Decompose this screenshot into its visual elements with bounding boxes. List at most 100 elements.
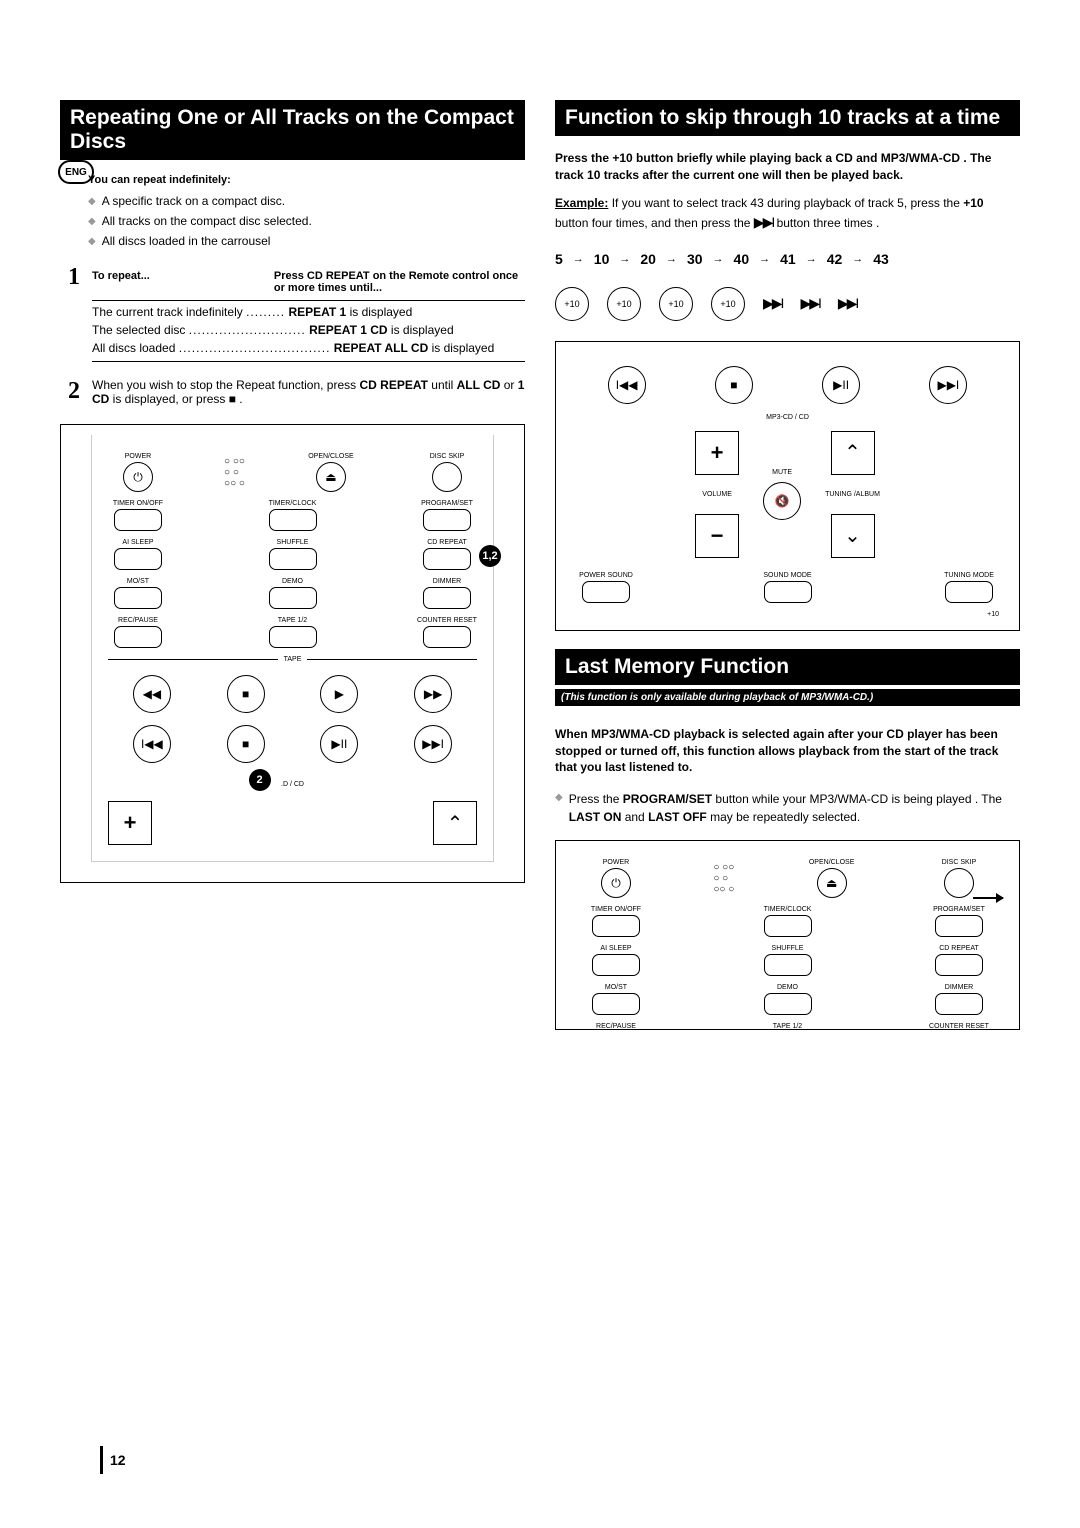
remote-button (423, 587, 471, 609)
remote-button (423, 548, 471, 570)
mapping-after: is displayed (388, 323, 454, 337)
btn-label: COUNTER RESET (417, 617, 477, 624)
remote-button (269, 587, 317, 609)
rewind-icon: ◀◀ (133, 675, 171, 713)
remote-button (423, 626, 471, 648)
btn-label: DISC SKIP (929, 859, 989, 866)
instr-left: To repeat... (92, 270, 274, 294)
diamond-icon: ◆ (88, 214, 96, 230)
plus-button: + (108, 801, 152, 845)
diamond-icon: ◆ (88, 234, 96, 250)
btn-label: SOUND MODE (758, 572, 818, 579)
btn-label: CD REPEAT (929, 945, 989, 952)
btn-label: POWER (108, 453, 168, 460)
btn-label: SHUFFLE (758, 945, 818, 952)
disc-skip-button (432, 462, 462, 492)
remote-diagram-right2: POWER⏻ ○ ○○○ ○○○ ○ OPEN/CLOSE⏏ DISC SKIP… (555, 840, 1020, 1030)
up-button: ⌃ (433, 801, 477, 845)
remote-button (269, 626, 317, 648)
mute-icon: 🔇 (763, 482, 801, 520)
tuning-label: TUNING /ALBUM (825, 491, 880, 498)
stop-icon: ■ (227, 725, 265, 763)
playpause-icon: ▶II (320, 725, 358, 763)
mapping-lead: The current track indefinitely (92, 305, 243, 319)
eject-icon: ⏏ (316, 462, 346, 492)
intro-bold: You can repeat indefinitely: (88, 174, 525, 186)
mapping-after: is displayed (428, 341, 494, 355)
btn-label: POWER (586, 859, 646, 866)
plus10-label: +10 (576, 611, 999, 618)
example-text: Example: If you want to select track 43 … (555, 194, 1020, 233)
remote-button (764, 954, 812, 976)
mapping-result: REPEAT 1 CD (309, 323, 387, 337)
skip-sequence: 5→ 10→ 20→ 30→ 40→ 41→ 42→ 43 (555, 251, 1020, 267)
remote-button (114, 626, 162, 648)
remote-button (269, 509, 317, 531)
step-2-body: When you wish to stop the Repeat functio… (92, 378, 525, 406)
btn-label: POWER SOUND (576, 572, 636, 579)
bullet-list: ◆A specific track on a compact disc. ◆Al… (88, 194, 525, 250)
remote-button (935, 954, 983, 976)
heading-repeating: Repeating One or All Tracks on the Compa… (60, 100, 525, 160)
stop-icon: ■ (227, 675, 265, 713)
remote-button (114, 587, 162, 609)
stop-icon: ■ (715, 366, 753, 404)
cd-label: .D / CD (281, 781, 304, 788)
skip-intro: Press the +10 button briefly while playi… (555, 150, 1020, 184)
plus10-button: +10 (659, 287, 693, 321)
mapping-lead: All discs loaded (92, 341, 175, 355)
btn-label: AI SLEEP (108, 539, 168, 546)
power-icon: ⏻ (123, 462, 153, 492)
step-2: 2 When you wish to stop the Repeat funct… (60, 378, 525, 406)
prev-icon: I◀◀ (133, 725, 171, 763)
mapping-after: is displayed (346, 305, 412, 319)
diamond-icon: ◆ (88, 194, 96, 210)
step-1: 1 To repeat... Press CD REPEAT on the Re… (60, 264, 525, 368)
mapping-result: REPEAT 1 (288, 305, 346, 319)
next-icon: ▶▶I (929, 366, 967, 404)
page-number: 12 (110, 1452, 126, 1468)
plus10-button: +10 (607, 287, 641, 321)
remote-button (592, 954, 640, 976)
instr-right: Press CD REPEAT on the Remote control on… (274, 270, 525, 294)
remote-button (114, 509, 162, 531)
btn-label: AI SLEEP (586, 945, 646, 952)
dots: ................................... (179, 341, 331, 355)
btn-label: DEMO (263, 578, 323, 585)
btn-label: TAPE 1/2 (758, 1023, 818, 1030)
btn-label: TIMER/CLOCK (263, 500, 323, 507)
btn-label: DEMO (758, 984, 818, 991)
mp3cd-label: MP3-CD / CD (576, 414, 999, 421)
left-column: Repeating One or All Tracks on the Compa… (60, 100, 525, 1030)
btn-label: SHUFFLE (263, 539, 323, 546)
plus10-button: +10 (711, 287, 745, 321)
remote-button (423, 509, 471, 531)
disc-skip-button (944, 868, 974, 898)
remote-button (764, 915, 812, 937)
remote-button (935, 915, 983, 937)
ffwd-icon: ▶▶ (414, 675, 452, 713)
next-track-icon: ▶▶I (763, 295, 782, 312)
heading-skip10: Function to skip through 10 tracks at a … (555, 100, 1020, 136)
btn-label: OPEN/CLOSE (301, 453, 361, 460)
btn-label: MO/ST (586, 984, 646, 991)
tuning-down-button: ⌄ (831, 514, 875, 558)
next-track-icon: ▶▶I (838, 295, 857, 312)
btn-label: TIMER ON/OFF (586, 906, 646, 913)
vol-up-button: + (695, 431, 739, 475)
btn-label: DISC SKIP (417, 453, 477, 460)
remote-button (945, 581, 993, 603)
last-memory-intro: When MP3/WMA-CD playback is selected aga… (555, 726, 1020, 776)
remote-button (764, 581, 812, 603)
last-memory-body: Press the PROGRAM/SET button while your … (569, 790, 1020, 826)
tape-sep: TAPE (108, 656, 477, 663)
btn-label: PROGRAM/SET (417, 500, 477, 507)
power-icon: ⏻ (601, 868, 631, 898)
remote-button (114, 548, 162, 570)
remote-button (592, 915, 640, 937)
btn-label: MO/ST (108, 578, 168, 585)
step-number: 1 (60, 264, 80, 368)
bullet-text: All discs loaded in the carrousel (102, 234, 271, 248)
next-icon: ▶▶I (414, 725, 452, 763)
volume-label: VOLUME (702, 491, 732, 498)
